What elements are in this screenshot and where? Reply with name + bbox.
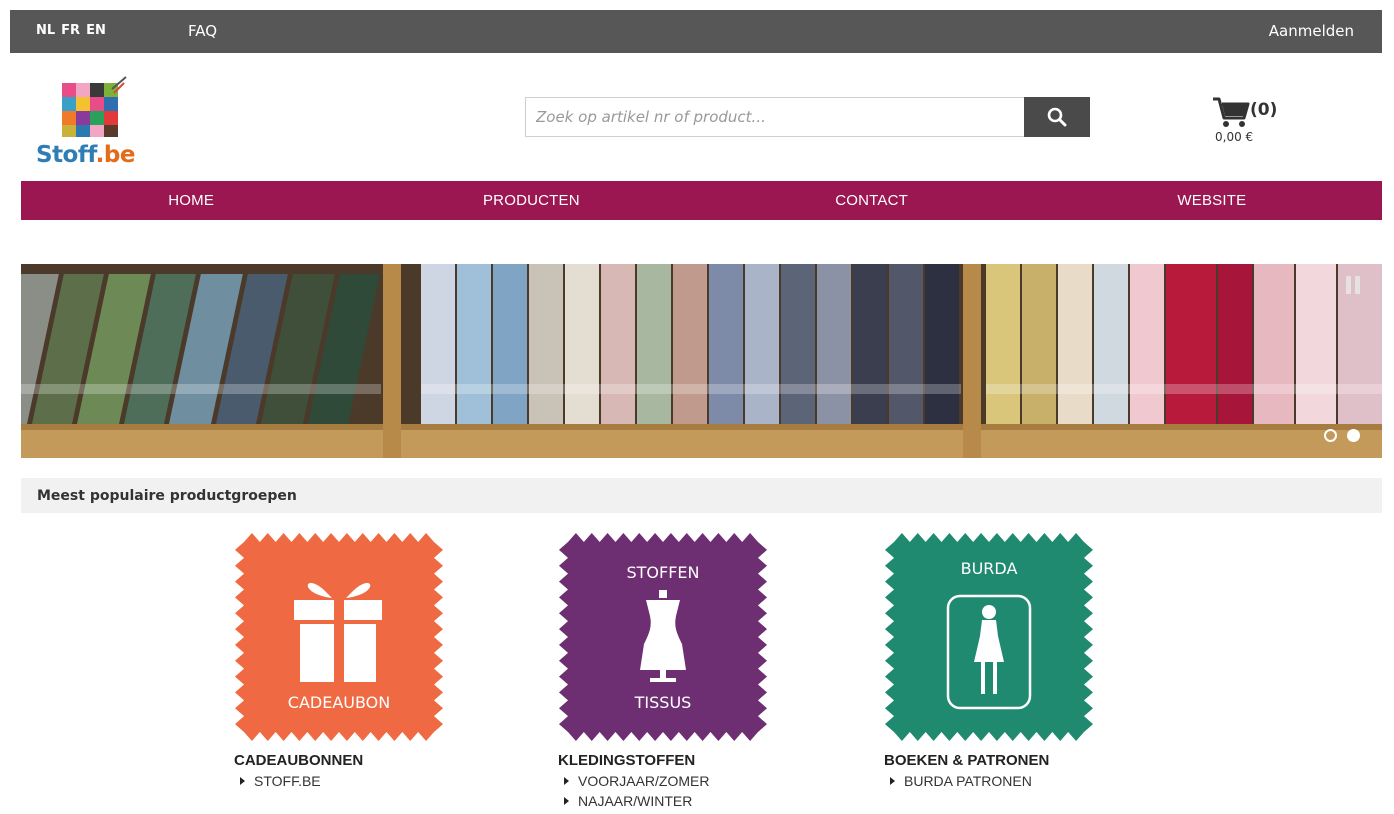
slider-dots (1324, 429, 1360, 442)
cart-widget[interactable]: (0) 0,00 € (1210, 94, 1300, 150)
hero-banner (21, 264, 1382, 458)
logo-text-domain: .be (95, 142, 136, 168)
site-logo[interactable]: Stoff.be (36, 75, 146, 175)
search-input[interactable] (525, 97, 1024, 137)
arrow-right-icon (564, 777, 569, 785)
search-bar (525, 97, 1090, 137)
category-title[interactable]: CADEAUBONNEN (234, 752, 454, 769)
nav-website[interactable]: WEBSITE (1042, 181, 1382, 220)
category-title[interactable]: KLEDINGSTOFFEN (558, 752, 778, 769)
category-link-label: BURDA PATRONEN (904, 773, 1032, 789)
category-link-burda-patronen[interactable]: BURDA PATRONEN (884, 771, 1104, 791)
logo-patchwork-icon (62, 76, 127, 137)
category-cadeaubonnen: CADEAUBON CADEAUBONNEN STOFF.BE (234, 532, 454, 791)
section-title: Meest populaire productgroepen (21, 478, 1382, 513)
nav-contact[interactable]: CONTACT (702, 181, 1042, 220)
tile-label-burda: BURDA (961, 559, 1018, 578)
category-tile-burda[interactable]: BURDA (884, 532, 1094, 742)
search-icon (1047, 107, 1067, 127)
arrow-right-icon (564, 797, 569, 805)
main-nav: HOME PRODUCTEN CONTACT WEBSITE (21, 181, 1382, 220)
lang-nl[interactable]: NL (36, 23, 55, 38)
nav-producten[interactable]: PRODUCTEN (361, 181, 701, 220)
lang-en[interactable]: EN (86, 23, 106, 38)
category-link-label: STOFF.BE (254, 773, 321, 789)
login-link[interactable]: Aanmelden (1269, 22, 1354, 40)
cart-total: 0,00 € (1215, 130, 1254, 144)
search-button[interactable] (1024, 97, 1090, 137)
category-kledingstoffen: STOFFEN TISSUS KLEDINGSTOFFEN VOORJAAR/Z… (558, 532, 778, 811)
category-link-najaar-winter[interactable]: NAJAAR/WINTER (558, 791, 778, 811)
logo-text: Stoff.be (36, 142, 135, 168)
tile-label-stoffen: STOFFEN (626, 563, 699, 582)
logo-text-main: Stoff (36, 142, 96, 168)
arrow-right-icon (240, 777, 245, 785)
faq-link[interactable]: FAQ (188, 22, 217, 40)
slider-pause-button[interactable] (1342, 274, 1364, 296)
cart-count: (0) (1250, 100, 1278, 120)
category-tile-stoffen[interactable]: STOFFEN TISSUS (558, 532, 768, 742)
tile-label-tissus: TISSUS (634, 693, 692, 712)
language-switcher: NL FR EN (36, 23, 106, 38)
category-link-label: VOORJAAR/ZOMER (578, 773, 710, 789)
cart-icon (1213, 97, 1250, 127)
banner-fabric-shelves-image (21, 264, 1382, 458)
slider-dot-1[interactable] (1324, 429, 1337, 442)
tile-label-cadeaubon: CADEAUBON (288, 693, 390, 712)
category-boeken-patronen: BURDA BOEKEN & PATRONEN BURDA PATRONEN (884, 532, 1104, 791)
top-bar: NL FR EN FAQ Aanmelden (10, 10, 1382, 53)
category-tile-cadeaubon[interactable]: CADEAUBON (234, 532, 444, 742)
arrow-right-icon (890, 777, 895, 785)
category-link-voorjaar-zomer[interactable]: VOORJAAR/ZOMER (558, 771, 778, 791)
category-link-label: NAJAAR/WINTER (578, 793, 693, 809)
lang-fr[interactable]: FR (61, 23, 80, 38)
nav-home[interactable]: HOME (21, 181, 361, 220)
category-title[interactable]: BOEKEN & PATRONEN (884, 752, 1104, 769)
slider-dot-2[interactable] (1347, 429, 1360, 442)
category-link-stoff-be[interactable]: STOFF.BE (234, 771, 454, 791)
